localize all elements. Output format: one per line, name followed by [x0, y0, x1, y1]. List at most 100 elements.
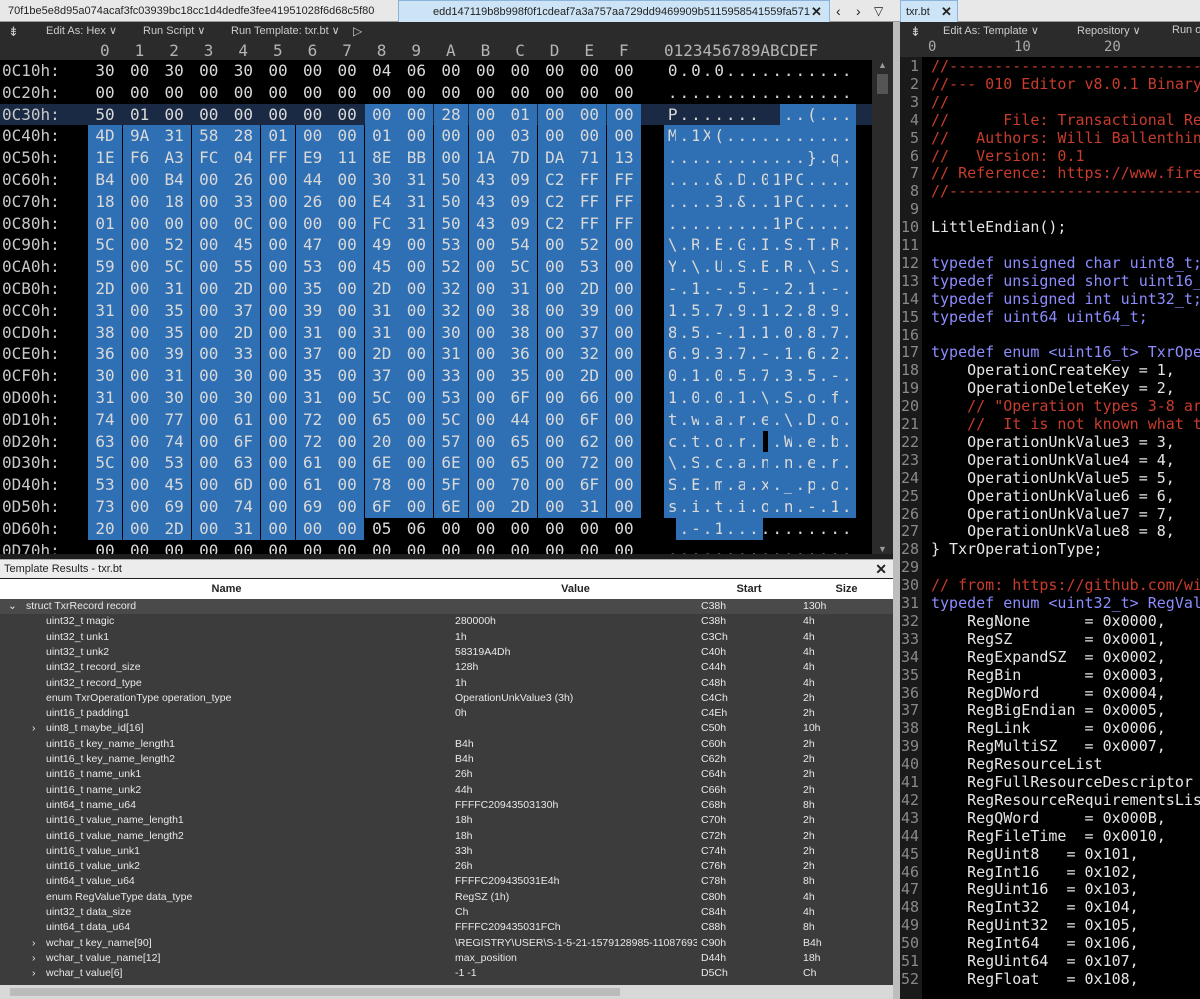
hex-byte[interactable]: 00	[399, 234, 434, 257]
code-line[interactable]: 1 //-------------------------------------…	[900, 57, 1200, 75]
hex-byte[interactable]: 00	[261, 82, 295, 104]
hex-byte[interactable]: 26	[295, 190, 330, 213]
hex-row[interactable]: 0CA0h: 59 00 5C 00 55 00 53 00 45 00 52 00 5C 00 53 00 Y.…	[0, 256, 872, 279]
hex-byte[interactable]: 00	[226, 540, 260, 554]
code-line[interactable]: 33 RegSZ = 0x0001,	[900, 630, 1200, 648]
hex-byte[interactable]: 30	[226, 387, 261, 409]
hex-byte[interactable]: 00	[399, 256, 434, 279]
hex-byte[interactable]: 00	[261, 190, 295, 213]
hex-byte[interactable]: 05	[365, 518, 399, 540]
hex-byte[interactable]: 31	[399, 212, 434, 235]
hex-row[interactable]: 0D10h: 74 00 77 00 61 00 72 00 65 00 5C 00 44 00 6F 00 t.…	[0, 408, 872, 431]
hex-byte[interactable]: 00	[399, 82, 433, 104]
ascii-char[interactable]: .	[745, 104, 763, 126]
ascii-char[interactable]: .	[838, 256, 856, 279]
hex-byte[interactable]: 00	[157, 104, 191, 126]
hex-byte[interactable]: 00	[468, 430, 503, 453]
hex-byte[interactable]: 00	[88, 82, 122, 104]
hex-byte[interactable]: 53	[434, 234, 468, 257]
hex-byte[interactable]: 00	[572, 82, 606, 104]
hex-byte[interactable]: 00	[399, 496, 434, 518]
hex-byte[interactable]: 01	[364, 125, 399, 148]
hex-byte[interactable]: 65	[503, 452, 538, 475]
column-size-header[interactable]: Size	[800, 583, 893, 595]
hex-byte[interactable]: 00	[330, 321, 365, 344]
code-line[interactable]: 36 RegDWord = 0x0004,	[900, 684, 1200, 702]
hex-byte[interactable]: 31	[572, 496, 607, 518]
collapsed-chevron-icon[interactable]: ›	[32, 951, 36, 966]
hex-byte[interactable]: 31	[399, 190, 434, 213]
hex-byte[interactable]: C2	[537, 190, 572, 213]
table-row[interactable]: uint64_t data_u64 FFFFC209435031FCh C88h 8h	[0, 920, 893, 935]
hex-byte[interactable]: 52	[572, 234, 607, 257]
hex-byte[interactable]: 73	[88, 496, 122, 518]
hex-row[interactable]: 0D50h: 73 00 69 00 74 00 69 00 6F 00 6E 00 2D 00 31 00 s.…	[0, 496, 872, 518]
hex-byte[interactable]: FC	[191, 147, 226, 170]
code-line[interactable]: 45 RegUint8 = 0x101,	[900, 845, 1200, 863]
hex-byte[interactable]: 00	[572, 540, 606, 554]
hex-byte[interactable]: 61	[295, 474, 330, 497]
code-line[interactable]: 13 typedef unsigned short uint16_t;	[900, 272, 1200, 290]
close-icon[interactable]: ✕	[875, 560, 887, 579]
hex-byte[interactable]: 00	[503, 60, 537, 82]
hex-byte[interactable]: 00	[122, 299, 157, 322]
table-row[interactable]: uint32_t record_size 128h C44h 4h	[0, 660, 893, 675]
hex-byte[interactable]: 59	[88, 256, 122, 279]
hex-byte[interactable]: 00	[607, 408, 641, 431]
hex-byte[interactable]: 31	[157, 125, 192, 148]
hex-byte[interactable]: 1A	[468, 147, 503, 170]
chevron-right-icon[interactable]: ›	[856, 0, 861, 22]
hex-byte[interactable]: 00	[122, 278, 157, 300]
hex-byte[interactable]: 00	[330, 60, 364, 82]
code-line[interactable]: 4 // File: Transactional Registry	[900, 111, 1200, 129]
ascii-char[interactable]: .	[838, 60, 856, 82]
hex-byte[interactable]: FF	[607, 212, 641, 235]
hex-byte[interactable]: 00	[607, 518, 641, 540]
hex-byte[interactable]: 65	[503, 430, 538, 453]
hex-byte[interactable]: 00	[191, 365, 226, 388]
hex-byte[interactable]: 00	[538, 60, 572, 82]
hex-byte[interactable]: 09	[503, 169, 538, 191]
hex-byte[interactable]: 00	[434, 540, 468, 554]
hex-byte[interactable]: 2D	[572, 278, 607, 300]
hex-byte[interactable]: 00	[330, 517, 365, 540]
hex-byte[interactable]: 00	[607, 496, 641, 518]
hex-byte[interactable]: 00	[537, 474, 572, 497]
hex-byte[interactable]: 36	[503, 343, 538, 366]
hex-byte[interactable]: 00	[468, 452, 503, 475]
collapsed-chevron-icon[interactable]: ›	[32, 721, 36, 736]
hex-byte[interactable]: 00	[607, 256, 641, 279]
collapsed-chevron-icon[interactable]: ›	[32, 936, 36, 951]
hex-byte[interactable]: 71	[572, 147, 607, 170]
hex-byte[interactable]: 00	[537, 299, 572, 322]
hex-byte[interactable]: 57	[434, 430, 468, 453]
hex-byte[interactable]: 00	[469, 60, 503, 82]
ascii-char[interactable]: .	[838, 190, 856, 213]
hex-byte[interactable]: 00	[607, 299, 641, 322]
run-template-menu[interactable]: Run Template: txr.bt ∨	[231, 24, 340, 37]
code-line[interactable]: 18 OperationCreateKey = 1,	[900, 361, 1200, 379]
hex-byte[interactable]: 00	[122, 256, 157, 279]
run-script-menu[interactable]: Run Script ∨	[143, 24, 205, 37]
hex-byte[interactable]: 00	[399, 321, 434, 344]
hex-byte[interactable]: 00	[399, 103, 434, 126]
code-line[interactable]: 21 // It is not known what they	[900, 415, 1200, 433]
hex-byte[interactable]: 00	[468, 299, 503, 322]
hex-byte[interactable]: 00	[296, 540, 330, 554]
hex-byte[interactable]: 78	[364, 474, 399, 497]
hex-byte[interactable]: 63	[226, 452, 261, 475]
code-line[interactable]: 10 LittleEndian();	[900, 218, 1200, 236]
hex-row[interactable]: 0D70h: 00 00 00 00 00 00 00 00 00 00 00 00 00 00 00 00..…	[0, 540, 872, 554]
hex-byte[interactable]: 00	[399, 299, 434, 322]
hex-scrollbar[interactable]: ▲ ▼	[872, 60, 893, 554]
hex-byte[interactable]: 00	[330, 452, 365, 475]
code-line[interactable]: 42 RegResourceRequirementsList	[900, 791, 1200, 809]
hex-byte[interactable]: 00	[607, 60, 641, 82]
hex-byte[interactable]: 00	[572, 125, 607, 148]
hex-byte[interactable]: 43	[468, 169, 503, 191]
column-value-header[interactable]: Value	[453, 583, 698, 595]
code-line[interactable]: 20 // "Operation types 3-8 are ...	[900, 397, 1200, 415]
hex-byte[interactable]: 43	[468, 190, 503, 213]
hex-byte[interactable]: 00	[399, 343, 434, 366]
hex-byte[interactable]: 06	[399, 518, 433, 540]
